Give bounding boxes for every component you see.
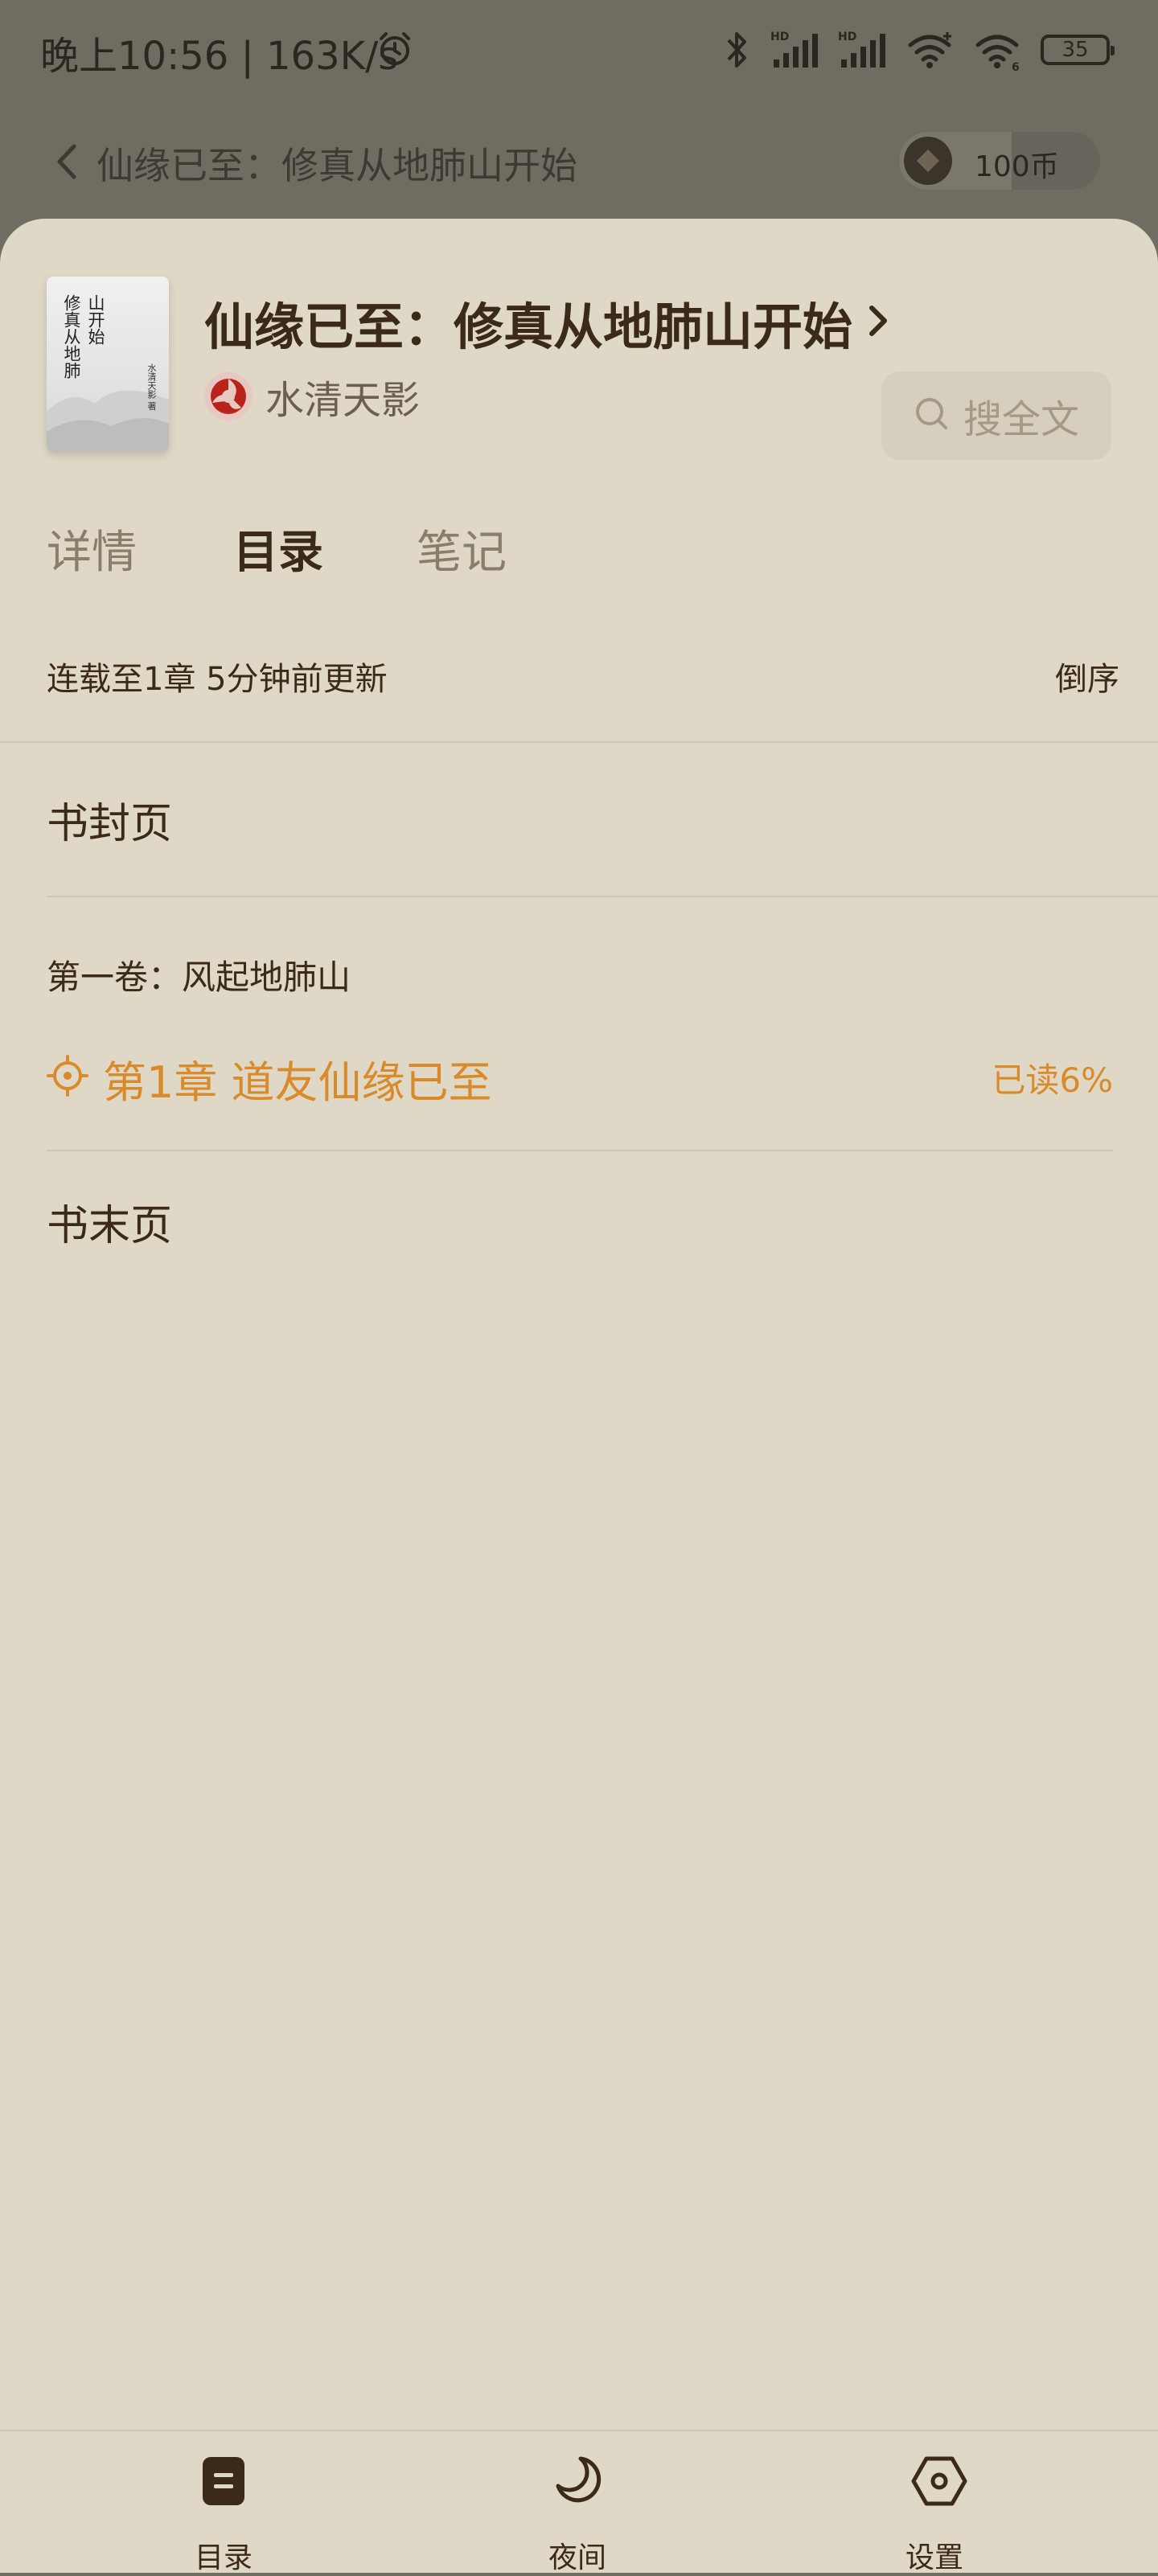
wifi-icon [905,29,955,71]
status-bar: 晚上10:56 | 163K/s HD HD 6 35 [0,0,1158,100]
search-fulltext-button[interactable]: 搜全文 [881,371,1111,460]
nav-catalog-label: 目录 [194,2541,253,2574]
bottom-nav: 目录 夜间 设置 [0,2430,1158,2574]
locate-icon [47,1055,88,1097]
author-avatar [204,372,253,420]
tab-details[interactable]: 详情 [47,516,137,581]
back-arrow-icon[interactable] [51,143,84,180]
svg-text:HD: HD [770,31,789,43]
serial-update-info: 连载至1章 5分钟前更新 [47,661,388,698]
cover-author: 水清天影 著 [146,363,157,411]
toc-icon [203,2457,244,2505]
divider [0,741,1158,743]
divider [47,1150,1113,1151]
settings-hexagon-icon [911,2456,967,2506]
volume-title: 第一卷：风起地肺山 [47,958,351,997]
catalog-sheet: 修真从地肺 山开始 水清天影 著 仙缘已至：修真从地肺山开始 水清天影 搜全文 … [0,219,1158,2573]
reader-book-title: 仙缘已至：修真从地肺山开始 [96,144,577,187]
reverse-order-button[interactable]: 倒序 [1055,653,1119,699]
alarm-icon [375,29,415,72]
nav-settings[interactable]: 设置 [870,2454,999,2574]
nav-catalog[interactable]: 目录 [159,2454,288,2574]
tab-notes[interactable]: 笔记 [417,516,507,581]
svg-text:6: 6 [1012,61,1020,71]
status-time: 晚上10:56 | 163K/s [40,34,399,79]
divider [47,896,1158,897]
author-row[interactable]: 水清天影 [204,368,420,425]
toc-item-cover-page[interactable]: 书封页 [47,790,172,850]
wifi-6-icon: 6 [973,29,1023,71]
svg-text:HD: HD [838,31,856,43]
battery-icon: 35 [1041,35,1115,65]
author-name: 水清天影 [265,378,421,423]
chapter-read-progress: 已读6% [992,1060,1113,1100]
cover-title-col1: 修真从地肺 [62,294,81,379]
status-icons: HD HD 6 35 [721,26,1115,74]
signal-hd-icon-1: HD [770,29,820,71]
reader-header: 仙缘已至：修真从地肺山开始 100币 [0,121,1158,201]
book-title: 仙缘已至：修真从地肺山开始 [204,297,853,356]
coin-balance-pill[interactable]: 100币 [899,132,1100,190]
nav-night-mode[interactable]: 夜间 [513,2454,642,2574]
nav-night-label: 夜间 [548,2541,606,2574]
search-icon [914,396,951,436]
coin-balance: 100币 [975,150,1059,183]
moon-icon [556,2456,602,2503]
bluetooth-icon [721,29,753,71]
chapter-title: 第1章 道友仙缘已至 [103,1057,492,1108]
coin-icon [904,137,952,185]
toc-item-end-page[interactable]: 书末页 [47,1192,172,1252]
toc-item-current-chapter[interactable]: 第1章 道友仙缘已至 已读6% [47,1039,1113,1119]
book-cover[interactable]: 修真从地肺 山开始 水清天影 著 [47,277,169,452]
nav-settings-label: 设置 [905,2541,963,2574]
search-label: 搜全文 [963,397,1079,442]
tab-catalog[interactable]: 目录 [233,516,323,581]
cover-title-col2: 山开始 [86,294,105,345]
signal-hd-icon-2: HD [838,29,888,71]
book-title-link[interactable]: 仙缘已至：修真从地肺山开始 [204,286,891,359]
chevron-right-icon [867,303,891,342]
